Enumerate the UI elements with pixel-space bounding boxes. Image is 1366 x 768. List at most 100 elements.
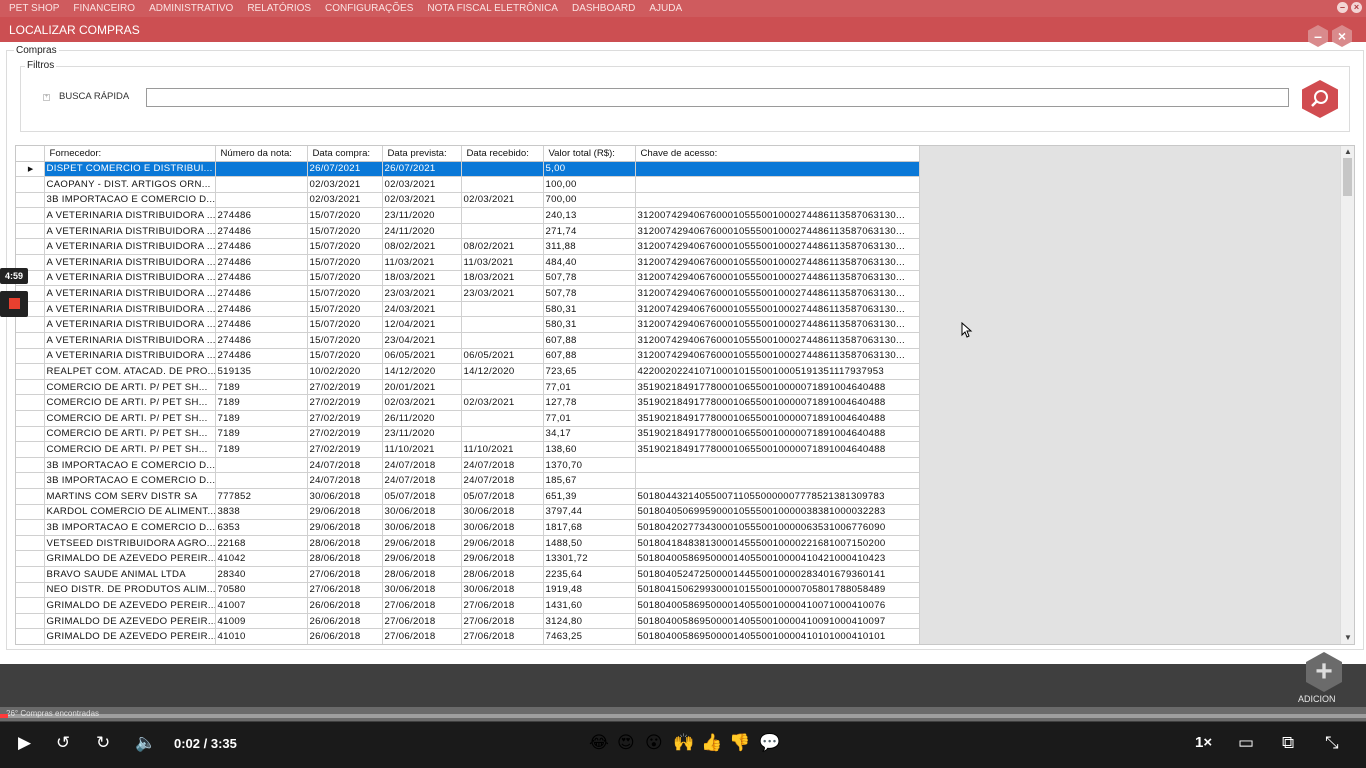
table-row[interactable]: 3B IMPORTACAO E COMERCIO D... 24/07/2018 2…: [16, 457, 920, 474]
table-row[interactable]: A VETERINARIA DISTRIBUIDORA ... 274486 15/…: [16, 223, 920, 240]
row-indicator[interactable]: [16, 441, 45, 458]
row-indicator[interactable]: [16, 535, 45, 552]
column-header[interactable]: Valor total (R$):: [543, 146, 636, 162]
row-indicator[interactable]: [16, 316, 45, 334]
table-row[interactable]: A VETERINARIA DISTRIBUIDORA ... 274486 15/…: [16, 238, 920, 256]
row-indicator[interactable]: [16, 613, 45, 630]
table-row[interactable]: COMERCIO DE ARTI. P/ PET SH... 7189 27/02/…: [16, 394, 920, 411]
row-indicator[interactable]: [16, 176, 45, 193]
row-indicator[interactable]: [16, 550, 45, 567]
emoji-celebrate-icon[interactable]: 🙌: [673, 733, 694, 753]
emoji-thumbs-down-icon[interactable]: 👎: [729, 733, 750, 753]
menu-item-administrativo[interactable]: ADMINISTRATIVO: [149, 3, 233, 14]
picture-in-picture-icon[interactable]: ⧉: [1282, 733, 1294, 753]
row-indicator[interactable]: [16, 379, 45, 396]
table-row[interactable]: GRIMALDO DE AZEVEDO PEREIR... 41010 26/06/…: [16, 628, 920, 644]
row-indicator[interactable]: [16, 332, 45, 349]
scroll-down-icon[interactable]: ▼: [1341, 632, 1354, 644]
table-row[interactable]: CAOPANY - DIST. ARTIGOS ORN... 02/03/2021…: [16, 176, 920, 193]
compras-grid[interactable]: Fornecedor: Número da nota: Data compra: Da…: [15, 145, 1355, 645]
app-close-icon[interactable]: ×: [1351, 2, 1362, 13]
rewind-icon[interactable]: ↺: [56, 733, 70, 753]
row-indicator[interactable]: [16, 582, 45, 599]
emoji-laugh-icon[interactable]: 😂: [589, 733, 609, 753]
table-row[interactable]: COMERCIO DE ARTI. P/ PET SH... 7189 27/02/…: [16, 441, 920, 458]
stop-recording-button[interactable]: [0, 291, 28, 317]
table-row[interactable]: GRIMALDO DE AZEVEDO PEREIR... 41007 26/06/…: [16, 597, 920, 614]
column-header[interactable]: Data recebido:: [461, 146, 544, 162]
video-progress-bar[interactable]: [0, 714, 1366, 718]
grid-vertical-scrollbar[interactable]: ▲ ▼: [1340, 146, 1354, 644]
table-row[interactable]: A VETERINARIA DISTRIBUIDORA ... 274486 15/…: [16, 301, 920, 318]
comment-icon[interactable]: 💬: [759, 733, 780, 753]
menu-item-pet-shop[interactable]: PET SHOP: [9, 3, 59, 14]
table-row[interactable]: 3B IMPORTACAO E COMERCIO D... 24/07/2018 2…: [16, 472, 920, 489]
menu-item-relat-rios[interactable]: RELATÓRIOS: [247, 3, 311, 14]
table-row[interactable]: 3B IMPORTACAO E COMERCIO D... 6353 29/06/2…: [16, 519, 920, 536]
play-icon[interactable]: ▶: [18, 733, 31, 753]
table-row[interactable]: VETSEED DISTRIBUIDORA AGRO... 22168 28/06/…: [16, 535, 920, 552]
table-row[interactable]: NEO DISTR. DE PRODUTOS ALIM... 70580 27/06…: [16, 582, 920, 599]
row-indicator[interactable]: [16, 519, 45, 536]
table-row[interactable]: A VETERINARIA DISTRIBUIDORA ... 274486 15/…: [16, 285, 920, 302]
row-indicator[interactable]: [16, 207, 45, 224]
menu-item-nota-fiscal-eletr-nica[interactable]: NOTA FISCAL ELETRÔNICA: [427, 3, 558, 14]
table-row[interactable]: A VETERINARIA DISTRIBUIDORA ... 274486 15/…: [16, 348, 920, 365]
forward-icon[interactable]: ↻: [96, 733, 110, 753]
row-indicator[interactable]: [16, 192, 45, 209]
column-header[interactable]: Data prevista:: [382, 146, 462, 162]
row-indicator[interactable]: [16, 363, 45, 380]
row-indicator[interactable]: [16, 504, 45, 521]
emoji-thumbs-up-icon[interactable]: 👍: [701, 733, 722, 753]
window-close-button[interactable]: ×: [1332, 25, 1352, 47]
table-row[interactable]: GRIMALDO DE AZEVEDO PEREIR... 41042 28/06/…: [16, 550, 920, 567]
menu-item-configura-es[interactable]: CONFIGURAÇÕES: [325, 3, 413, 14]
table-row[interactable]: 3B IMPORTACAO E COMERCIO D... 02/03/2021 0…: [16, 192, 920, 209]
table-row[interactable]: ▶ DISPET COMERCIO E DISTRIBUI... 26/07/202…: [16, 161, 920, 178]
column-header[interactable]: Fornecedor:: [44, 146, 216, 162]
row-indicator[interactable]: ▶: [16, 161, 45, 178]
busca-rapida-input[interactable]: [146, 88, 1289, 107]
scroll-thumb[interactable]: [1343, 158, 1352, 196]
row-indicator[interactable]: [16, 394, 45, 411]
row-indicator[interactable]: [16, 238, 45, 256]
menu-item-ajuda[interactable]: AJUDA: [649, 3, 682, 14]
row-indicator[interactable]: [16, 566, 45, 583]
row-indicator[interactable]: [16, 628, 45, 644]
column-header[interactable]: Número da nota:: [215, 146, 308, 162]
table-row[interactable]: COMERCIO DE ARTI. P/ PET SH... 7189 27/02/…: [16, 379, 920, 396]
scroll-up-icon[interactable]: ▲: [1341, 146, 1354, 158]
row-indicator[interactable]: [16, 488, 45, 505]
table-row[interactable]: A VETERINARIA DISTRIBUIDORA ... 274486 15/…: [16, 254, 920, 271]
volume-icon[interactable]: 🔈: [135, 733, 156, 753]
table-row[interactable]: BRAVO SAUDE ANIMAL LTDA 28340 27/06/2018 28…: [16, 566, 920, 583]
emoji-love-icon[interactable]: 😍: [617, 733, 635, 753]
row-indicator[interactable]: [16, 410, 45, 427]
app-minimize-icon[interactable]: –: [1337, 2, 1348, 13]
row-indicator[interactable]: [16, 348, 45, 365]
menu-item-dashboard[interactable]: DASHBOARD: [572, 3, 635, 14]
exit-fullscreen-icon[interactable]: ⤡: [1325, 733, 1339, 753]
table-row[interactable]: REALPET COM. ATACAD. DE PRO... 519135 10/0…: [16, 363, 920, 380]
row-indicator[interactable]: [16, 472, 45, 489]
window-minimize-button[interactable]: –: [1308, 25, 1328, 47]
emoji-wow-icon[interactable]: 😮: [645, 733, 663, 753]
table-row[interactable]: COMERCIO DE ARTI. P/ PET SH... 7189 27/02/…: [16, 426, 920, 443]
row-indicator[interactable]: [16, 457, 45, 474]
table-row[interactable]: GRIMALDO DE AZEVEDO PEREIR... 41009 26/06/…: [16, 613, 920, 630]
table-row[interactable]: A VETERINARIA DISTRIBUIDORA ... 274486 15/…: [16, 332, 920, 349]
table-row[interactable]: A VETERINARIA DISTRIBUIDORA ... 274486 15/…: [16, 270, 920, 287]
expand-filter-icon[interactable]: +: [43, 94, 50, 101]
playback-speed[interactable]: 1×: [1195, 733, 1212, 753]
table-row[interactable]: KARDOL COMERCIO DE ALIMENT... 3838 29/06/2…: [16, 504, 920, 521]
menu-item-financeiro[interactable]: FINANCEIRO: [73, 3, 135, 14]
table-row[interactable]: A VETERINARIA DISTRIBUIDORA ... 274486 15/…: [16, 207, 920, 224]
theater-mode-icon[interactable]: ▭: [1238, 733, 1254, 753]
table-row[interactable]: MARTINS COM SERV DISTR SA 777852 30/06/201…: [16, 488, 920, 505]
table-row[interactable]: COMERCIO DE ARTI. P/ PET SH... 7189 27/02/…: [16, 410, 920, 427]
column-header[interactable]: Data compra:: [307, 146, 383, 162]
row-indicator[interactable]: [16, 597, 45, 614]
column-header[interactable]: Chave de acesso:: [635, 146, 920, 162]
row-indicator[interactable]: [16, 223, 45, 240]
row-indicator[interactable]: [16, 426, 45, 443]
